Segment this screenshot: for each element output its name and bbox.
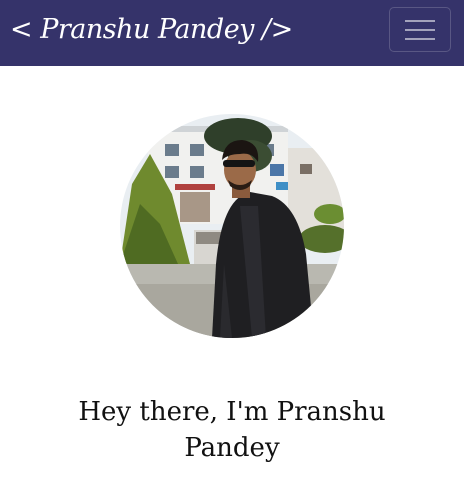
navbar: < Pranshu Pandey /> [0, 0, 464, 66]
hamburger-menu-icon [405, 20, 435, 40]
profile-photo-image [120, 114, 344, 338]
hero-heading: Hey there, I'm Pranshu Pandey [78, 397, 386, 463]
profile-avatar [120, 114, 344, 338]
navbar-toggler-button[interactable] [389, 7, 451, 52]
brand-logo-link[interactable]: < Pranshu Pandey /> [10, 8, 293, 52]
